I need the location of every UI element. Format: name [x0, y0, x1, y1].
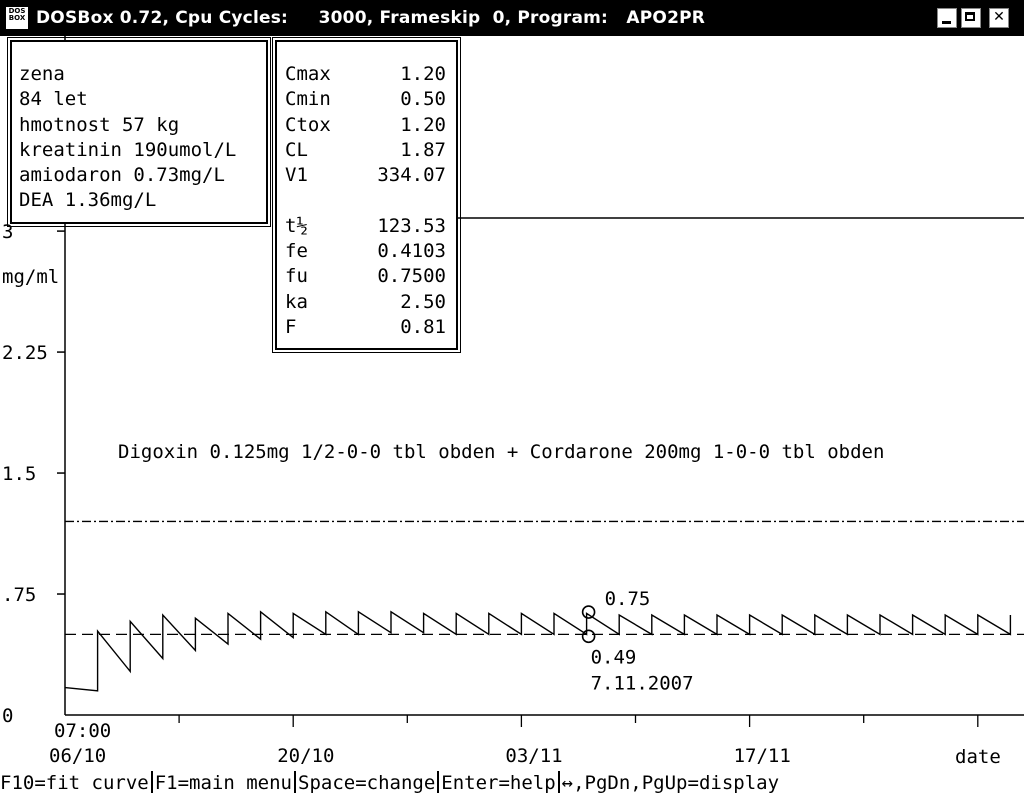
key-change[interactable]: Space=change — [298, 772, 435, 794]
close-button[interactable]: ✕ — [989, 8, 1009, 28]
patient-creatinine: kreatinin 190umol/L — [19, 138, 237, 161]
maximize-button[interactable] — [961, 8, 981, 28]
measured-level-marker[interactable] — [581, 605, 596, 619]
dosbox-app-icon[interactable]: DOS BOX — [6, 7, 28, 29]
patient-weight: hmotnost 57 kg — [19, 113, 180, 136]
x-tick-label: 06/10 — [49, 745, 106, 767]
x-axis-label: date — [955, 746, 1001, 768]
y-tick-label: .75 — [2, 584, 36, 606]
key-fit-curve[interactable]: F10=fit curve — [0, 772, 149, 794]
param-row-ka: ka 2.50 — [285, 290, 446, 313]
x-tick-label: 03/11 — [505, 745, 562, 767]
predicted-level-marker[interactable] — [581, 629, 596, 644]
predicted-level-label: 0.49 — [591, 646, 637, 668]
param-row-cl: CL 1.87 — [285, 138, 446, 161]
patient-age: 84 let — [19, 88, 88, 111]
param-row-v1: V1 334.07 — [285, 164, 446, 187]
key-help-bar: F10=fit curve F1=main menu Space=change Ent… — [0, 769, 1024, 797]
key-display[interactable]: ↔,PgDn,PgUp=display — [562, 772, 779, 794]
x-tick-label: 20/10 — [277, 745, 334, 767]
key-main-menu[interactable]: F1=main menu — [155, 772, 292, 794]
patient-sex: zena — [19, 63, 65, 85]
predicted-level-date: 7.11.2007 — [591, 672, 694, 694]
param-row-cmax: Cmax 1.20 — [285, 63, 446, 85]
key-help[interactable]: Enter=help — [441, 772, 555, 794]
x-start-time: 07:00 — [54, 720, 111, 742]
patient-info-panel: zena 84 let hmotnost 57 kg kreatinin 190… — [7, 37, 271, 227]
x-tick-label: 17/11 — [734, 745, 791, 767]
measured-level-label: 0.75 — [605, 588, 651, 610]
param-row-cmin: Cmin 0.50 — [285, 88, 446, 111]
window-title: DOSBox 0.72, Cpu Cycles: 3000, Frameskip… — [36, 8, 706, 28]
y-tick-label: 2.25 — [2, 342, 48, 364]
param-row-f: F 0.81 — [285, 315, 446, 338]
param-row-half-life: t½ 123.53 — [285, 214, 446, 237]
param-row-fu: fu 0.7500 — [285, 265, 446, 288]
y-tick-label: 0 — [2, 705, 13, 727]
param-row-ctox: Ctox 1.20 — [285, 113, 446, 136]
pk-parameters-panel: Cmax 1.20 Cmin 0.50 Ctox 1.20 CL 1.87 V1 334.… — [272, 37, 461, 353]
window-title-bar[interactable]: DOS BOX DOSBox 0.72, Cpu Cycles: 3000, F… — [0, 0, 1024, 36]
regimen-text: Digoxin 0.125mg 1/2-0-0 tbl obden + Cord… — [118, 441, 884, 463]
patient-dea: DEA 1.36mg/L — [19, 189, 157, 212]
concentration-curve — [64, 610, 1012, 692]
y-tick-label: 3 — [2, 221, 13, 243]
y-axis-label: mg/ml — [2, 266, 59, 288]
param-row-fe: fe 0.4103 — [285, 240, 446, 263]
patient-amiodarone: amiodaron 0.73mg/L — [19, 164, 225, 187]
y-tick-label: 1.5 — [2, 463, 36, 485]
minimize-button[interactable] — [937, 8, 957, 28]
